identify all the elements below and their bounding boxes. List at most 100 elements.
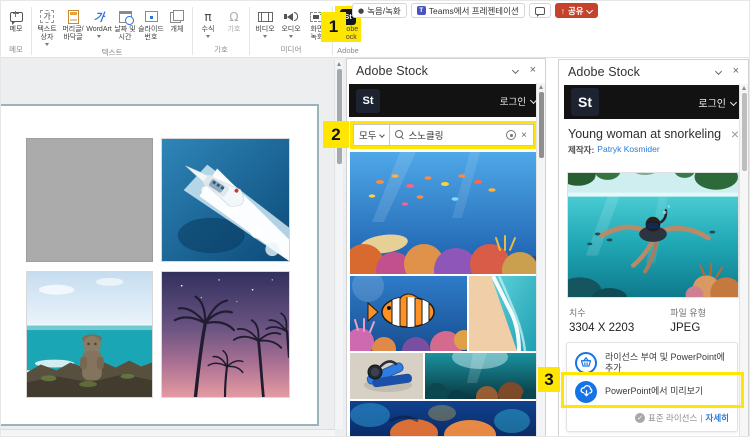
- result-thumbnail-coral-reef[interactable]: [350, 152, 536, 274]
- adobe-stock-search-pane: Adobe Stock × St 로그인 모두 스노클링 ×: [346, 58, 546, 436]
- license-details-link[interactable]: 자세히: [706, 412, 729, 424]
- author-link[interactable]: Patryk Kosmider: [597, 144, 659, 156]
- dropdown-arrow-icon: [289, 35, 293, 39]
- close-icon[interactable]: ×: [733, 66, 739, 77]
- chevron-down-icon: [729, 98, 738, 106]
- slide-canvas[interactable]: [1, 104, 319, 426]
- result-thumbnail-striped-fish[interactable]: [350, 276, 467, 351]
- asset-specs: 치수 3304 X 2203 파일 유형 JPEG: [569, 306, 706, 334]
- result-thumbnail-snorkel-gear[interactable]: [350, 353, 423, 399]
- share-button[interactable]: ↑ 공유: [554, 3, 598, 18]
- editor-scrollbar[interactable]: [334, 60, 343, 429]
- stock-brand-bar: St 로그인: [349, 84, 543, 117]
- quick-actions-bar: ● 녹음/녹화 T Teams에서 프레젠테이션 ↑ 공유: [352, 3, 598, 18]
- chevron-down-icon[interactable]: [714, 67, 722, 76]
- result-thumbnail-blurred-fish[interactable]: [350, 401, 536, 436]
- video-icon: [257, 11, 273, 22]
- ribbon-group-symbols: π 수식 Ω 기호 기호: [195, 6, 247, 56]
- teams-label: Teams에서 프레젠테이션: [428, 5, 519, 16]
- video-button[interactable]: 비디오: [252, 6, 278, 39]
- close-icon[interactable]: ×: [530, 65, 536, 76]
- slide-image-statue-beach[interactable]: [26, 271, 153, 398]
- login-button[interactable]: 로그인: [698, 95, 738, 110]
- object-button[interactable]: 개체: [164, 6, 190, 34]
- wordart-icon: 가: [92, 11, 105, 24]
- result-thumbnail-dark-reef[interactable]: [425, 353, 536, 399]
- filetype-value: JPEG: [670, 322, 701, 334]
- detail-pane-scrollbar[interactable]: [739, 84, 748, 436]
- cloud-download-icon: [575, 380, 597, 403]
- stock-brand-bar: St 로그인: [564, 85, 743, 119]
- slide-editor-area: [1, 58, 346, 436]
- ribbon-group-memo: 메모 메모: [3, 6, 29, 56]
- group-label: 메모: [9, 45, 23, 54]
- adobe-stock-detail-pane: Adobe Stock × St 로그인 Young woman at snor…: [558, 59, 749, 436]
- result-thumbnail-beach-aerial[interactable]: [469, 276, 536, 351]
- equation-button[interactable]: π 수식: [195, 6, 221, 39]
- audio-button[interactable]: 오디오: [278, 6, 304, 39]
- search-filter-dropdown[interactable]: 모두: [353, 124, 391, 146]
- dropdown-arrow-icon: [206, 35, 210, 39]
- powerpoint-window: 메모 메모 가 텍스트 상자 머리글/바닥글 가 WordArt 날짜 및 시간…: [0, 0, 750, 437]
- close-detail-icon[interactable]: ×: [731, 127, 739, 141]
- slide-number-button[interactable]: 슬라이드 번호: [138, 6, 164, 42]
- visual-search-icon[interactable]: [506, 130, 517, 140]
- new-comment-button[interactable]: 메모: [3, 6, 29, 34]
- detail-pane-scrollbar-thumb[interactable]: [741, 93, 747, 171]
- callout-step-1: 1: [321, 12, 346, 42]
- dimensions-label: 치수: [569, 308, 586, 318]
- clear-search-icon[interactable]: ×: [520, 130, 528, 141]
- teams-icon: T: [416, 6, 426, 15]
- license-info: ✓ 표준 라이선스 | 자세히: [575, 412, 729, 424]
- date-time-button[interactable]: 날짜 및 시간: [112, 6, 138, 42]
- callout-step-2: 2: [323, 121, 349, 148]
- share-label: 공유: [567, 5, 584, 16]
- pane-header: Adobe Stock ×: [559, 60, 748, 83]
- license-text: 표준 라이선스: [648, 413, 698, 423]
- scroll-up-icon: [742, 86, 746, 90]
- present-in-teams-button[interactable]: T Teams에서 프레젠테이션: [410, 3, 525, 18]
- textbox-icon: 가: [40, 10, 54, 23]
- dimensions-value: 3304 X 2203: [569, 322, 635, 334]
- slide-number-icon: [144, 11, 158, 22]
- record-toggle-button[interactable]: ● 녹음/녹화: [352, 3, 407, 18]
- chevron-down-icon: [585, 6, 593, 15]
- document-icon: [67, 9, 79, 24]
- editor-scrollbar-thumb[interactable]: [336, 69, 342, 164]
- asset-title: Young woman at snorkeling: [568, 127, 722, 141]
- login-button[interactable]: 로그인: [500, 94, 538, 108]
- chevron-down-icon: [379, 132, 386, 138]
- search-results: [350, 152, 536, 436]
- pane-header: Adobe Stock ×: [347, 59, 545, 82]
- callout-step-3: 3: [538, 367, 560, 392]
- wordart-button[interactable]: 가 WordArt: [86, 6, 112, 39]
- omega-icon: Ω: [229, 9, 239, 24]
- record-dot-icon: ●: [358, 6, 365, 15]
- ribbon-group-media: 비디오 오디오 화면 녹화 미디어: [252, 6, 330, 56]
- slide-image-palm-dusk[interactable]: [161, 271, 290, 398]
- dropdown-arrow-icon: [97, 35, 101, 39]
- chevron-down-icon[interactable]: [511, 66, 519, 75]
- comments-button[interactable]: [528, 3, 551, 18]
- slide-image-speedboat[interactable]: [161, 138, 290, 262]
- slide-image-placeholder[interactable]: [26, 138, 153, 262]
- cart-icon: [575, 351, 597, 374]
- group-separator: [31, 7, 32, 55]
- dimensions-spec: 치수 3304 X 2203: [569, 306, 634, 334]
- preview-in-powerpoint-button[interactable]: PowerPoint에서 미리보기: [575, 377, 729, 406]
- symbol-button[interactable]: Ω 기호: [221, 6, 247, 34]
- header-footer-button[interactable]: 머리글/바닥글: [60, 6, 86, 42]
- editor-bottom-strip: [1, 429, 335, 436]
- textbox-button[interactable]: 가 텍스트 상자: [34, 6, 60, 47]
- stock-pane-scrollbar-thumb[interactable]: [538, 92, 544, 158]
- asset-actions-card: 라이선스 부여 및 PowerPoint에 추가 PowerPoint에서 미리…: [566, 342, 738, 432]
- license-separator: |: [700, 413, 703, 423]
- calendar-clock-icon: [118, 10, 134, 25]
- filetype-label: 파일 유형: [670, 308, 706, 318]
- dropdown-arrow-icon: [263, 35, 267, 39]
- stock-search-bar: 모두 스노클링 ×: [350, 121, 537, 149]
- filetype-spec: 파일 유형 JPEG: [670, 306, 706, 334]
- license-and-add-button[interactable]: 라이선스 부여 및 PowerPoint에 추가: [575, 348, 729, 377]
- search-input[interactable]: 스노클링 ×: [390, 124, 534, 146]
- scroll-up-icon: [337, 62, 341, 66]
